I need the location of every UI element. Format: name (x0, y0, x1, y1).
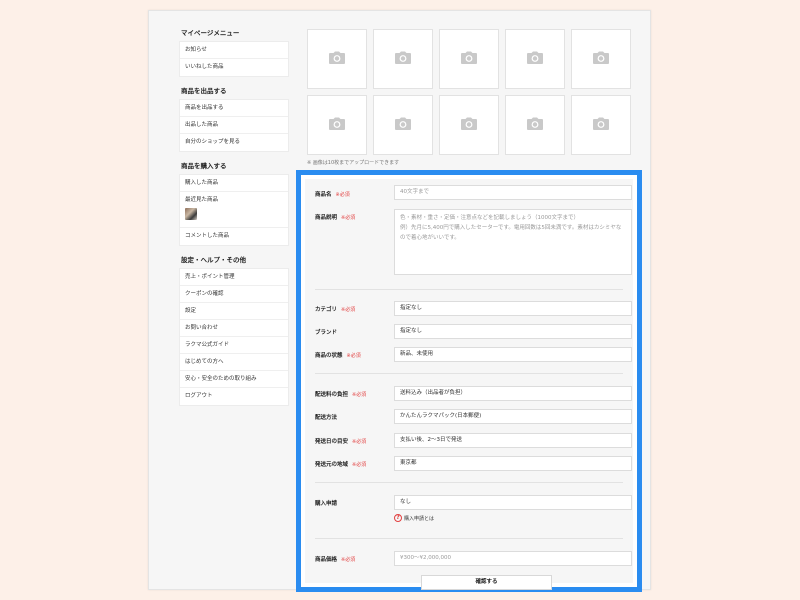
sidebar-item-listed[interactable]: 出品した商品 (180, 117, 288, 134)
name-input[interactable]: 40文字まで (394, 185, 632, 200)
purchase-request-label: 購入申請 (315, 501, 338, 507)
photo-grid (307, 29, 633, 155)
sidebar-item-notifications[interactable]: お知らせ (180, 42, 288, 59)
shipping-days-select[interactable]: 支払い後、2〜3日で発送 (394, 433, 632, 448)
camera-icon (592, 50, 610, 69)
camera-icon (460, 50, 478, 69)
divider (315, 373, 623, 374)
sidebar-section-title: マイページメニュー (181, 29, 240, 37)
divider (315, 289, 623, 290)
photo-upload-slot[interactable] (571, 29, 631, 89)
description-textarea[interactable]: 色・素材・重さ・定価・注意点などを記載しましょう（1000文字まで） 例）先月に… (394, 209, 632, 275)
description-label: 商品説明 ※必須 (315, 215, 356, 221)
photo-upload-slot[interactable] (439, 29, 499, 89)
divider (315, 482, 623, 483)
sidebar-item-my-shop[interactable]: 自分のショップを見る (180, 134, 288, 151)
sidebar-item-sell[interactable]: 商品を出品する (180, 100, 288, 117)
help-link-label: 購入申請とは (404, 515, 435, 522)
sidebar-item-beginners[interactable]: はじめての方へ (180, 354, 288, 371)
camera-icon (460, 116, 478, 135)
photo-upload-slot[interactable] (373, 95, 433, 155)
photo-upload-slot[interactable] (505, 29, 565, 89)
category-label: カテゴリ ※必須 (315, 307, 356, 313)
sidebar-item-safety[interactable]: 安心・安全のための取り組み (180, 371, 288, 388)
required-mark: ※必須 (352, 462, 367, 468)
required-mark: ※必須 (335, 192, 350, 198)
required-mark: ※必須 (346, 353, 361, 359)
sidebar-item-purchased[interactable]: 購入した商品 (180, 175, 288, 192)
required-mark: ※必須 (352, 392, 367, 398)
sidebar-section-title: 設定・ヘルプ・その他 (181, 256, 246, 264)
purchase-request-select[interactable]: なし (394, 495, 632, 510)
sidebar-item-commented[interactable]: コメントした商品 (180, 228, 288, 245)
sidebar-item-guide[interactable]: ラクマ公式ガイド (180, 337, 288, 354)
sidebar-menu: お知らせ いいねした商品 (179, 41, 289, 77)
sidebar-item-contact[interactable]: お問い合わせ (180, 320, 288, 337)
condition-select[interactable]: 新品、未使用 (394, 347, 632, 362)
mypage-sidebar: マイページメニュー お知らせ いいねした商品 商品を出品する 商品を出品する 出… (179, 25, 289, 412)
required-mark: ※必須 (341, 307, 356, 313)
sidebar-item-recently-viewed[interactable]: 最近見た商品 (180, 192, 288, 228)
sidebar-item-logout[interactable]: ログアウト (180, 388, 288, 405)
shipping-fee-label: 配送料の負担 ※必須 (315, 392, 367, 398)
camera-icon (328, 116, 346, 135)
sidebar-menu: 商品を出品する 出品した商品 自分のショップを見る (179, 99, 289, 152)
shipping-method-select[interactable]: かんたんラクマパック(日本郵便) (394, 409, 632, 424)
camera-icon (526, 116, 544, 135)
listing-form-highlight: 商品名 ※必須 40文字まで 商品説明 ※必須 色・素材・重さ・定価・注意点などを記… (296, 170, 642, 592)
camera-icon (526, 50, 544, 69)
sidebar-menu: 売上・ポイント管理 クーポンの確認 設定 お問い合わせ ラクマ公式ガイド はじめ… (179, 268, 289, 406)
shipping-days-label: 発送日の目安 ※必須 (315, 439, 367, 445)
photo-upload-slot[interactable] (373, 29, 433, 89)
brand-label: ブランド (315, 330, 338, 336)
camera-icon (394, 50, 412, 69)
name-label: 商品名 ※必須 (315, 192, 350, 198)
sidebar-section-title: 商品を出品する (181, 87, 227, 95)
sidebar-item-label: 最近見た商品 (185, 197, 219, 203)
photo-upload-slot[interactable] (307, 95, 367, 155)
required-mark: ※必須 (341, 215, 356, 221)
sidebar-menu: 購入した商品 最近見た商品 コメントした商品 (179, 174, 289, 246)
shipping-region-label: 発送元の地域 ※必須 (315, 462, 367, 468)
sidebar-section-title: 商品を購入する (181, 162, 227, 170)
photo-upload-area: ※ 画像は10枚までアップロードできます (307, 29, 633, 166)
price-label: 商品価格 ※必須 (315, 557, 356, 563)
shipping-fee-select[interactable]: 送料込み（出品者が負担） (394, 386, 632, 401)
confirm-button[interactable]: 確認する (421, 575, 552, 590)
shipping-region-select[interactable]: 東京都 (394, 456, 632, 471)
shipping-method-label: 配送方法 (315, 415, 338, 421)
price-input[interactable]: ¥300〜¥2,000,000 (394, 551, 632, 566)
photo-upload-slot[interactable] (571, 95, 631, 155)
photo-upload-slot[interactable] (439, 95, 499, 155)
condition-label: 商品の状態 ※必須 (315, 353, 361, 359)
camera-icon (394, 116, 412, 135)
sidebar-item-coupons[interactable]: クーポンの確認 (180, 286, 288, 303)
required-mark: ※必須 (352, 439, 367, 445)
recent-item-thumbnail[interactable] (185, 208, 197, 220)
photo-note: ※ 画像は10枚までアップロードできます (307, 160, 400, 166)
help-icon: ? (394, 514, 402, 522)
category-select[interactable]: 指定なし (394, 301, 632, 316)
camera-icon (592, 116, 610, 135)
purchase-request-help-link[interactable]: ? 購入申請とは (394, 514, 434, 522)
sidebar-item-sales[interactable]: 売上・ポイント管理 (180, 269, 288, 286)
photo-upload-slot[interactable] (307, 29, 367, 89)
camera-icon (328, 50, 346, 69)
divider (315, 538, 623, 539)
sidebar-item-liked[interactable]: いいねした商品 (180, 59, 288, 76)
required-mark: ※必須 (341, 557, 356, 563)
photo-upload-slot[interactable] (505, 95, 565, 155)
listing-form: 商品名 ※必須 40文字まで 商品説明 ※必須 色・素材・重さ・定価・注意点などを記… (305, 179, 633, 590)
sidebar-item-settings[interactable]: 設定 (180, 303, 288, 320)
brand-select[interactable]: 指定なし (394, 324, 632, 339)
